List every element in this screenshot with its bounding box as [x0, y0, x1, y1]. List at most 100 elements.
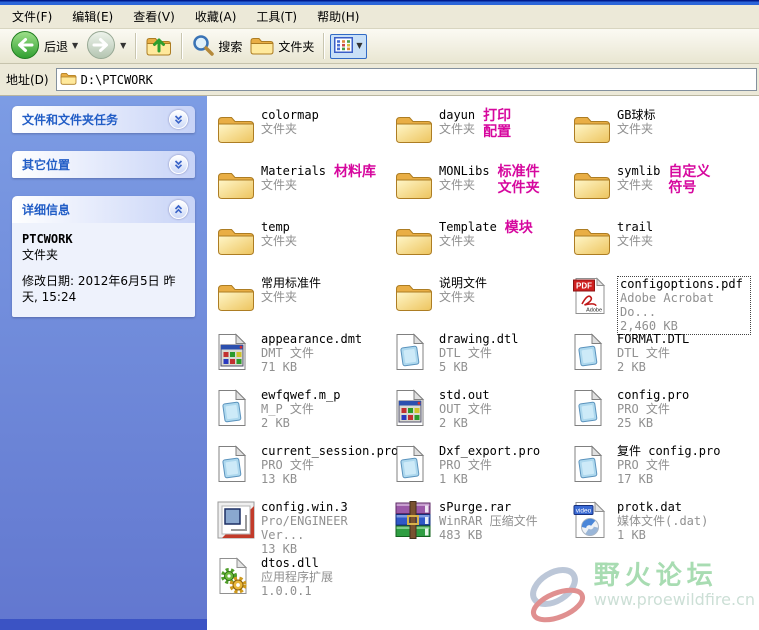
- file-type: 文件夹: [439, 290, 476, 304]
- menu-item-3[interactable]: 收藏(A): [185, 5, 247, 28]
- file-name: ewfqwef.m_p: [261, 388, 341, 402]
- file-tile[interactable]: Materials 文件夹 材料库: [217, 162, 395, 218]
- file-tile[interactable]: temp 文件夹: [217, 218, 395, 274]
- search-button[interactable]: 搜索: [188, 32, 246, 61]
- panel-details-header[interactable]: 详细信息: [12, 196, 195, 223]
- toolbar: 后退 ▼ ▼ 搜索 文件夹 ▼: [0, 29, 759, 64]
- annotation-label: 材料库: [334, 164, 377, 180]
- panel-file-tasks-header[interactable]: 文件和文件夹任务: [12, 106, 195, 133]
- file-tile[interactable]: config.win.3 Pro/ENGINEER Ver... 13 KB: [217, 498, 395, 556]
- file-tile[interactable]: GB球标 文件夹: [573, 106, 751, 162]
- folder-icon: [217, 274, 261, 318]
- file-tile[interactable]: ewfqwef.m_p M_P 文件 2 KB: [217, 386, 395, 442]
- address-label: 地址(D): [6, 73, 49, 87]
- forward-dropdown-caret[interactable]: ▼: [120, 42, 126, 50]
- file-tile[interactable]: 复件 config.pro PRO 文件 17 KB: [573, 442, 751, 498]
- folders-button[interactable]: 文件夹: [246, 33, 318, 60]
- views-icon: [334, 36, 354, 56]
- file-tile[interactable]: MONLibs 文件夹 标准件 文件夹: [395, 162, 573, 218]
- folder-icon: [217, 162, 261, 206]
- file-tile[interactable]: appearance.dmt DMT 文件 71 KB: [217, 330, 395, 386]
- menu-item-0[interactable]: 文件(F): [2, 5, 62, 28]
- forward-button[interactable]: ▼: [82, 28, 130, 65]
- file-name: configoptions.pdf: [620, 277, 743, 291]
- views-button[interactable]: ▼: [330, 33, 367, 59]
- panel-title: 详细信息: [22, 203, 71, 217]
- dll-icon: [217, 554, 261, 598]
- file-name: Materials: [261, 164, 327, 178]
- menu-item-4[interactable]: 工具(T): [246, 5, 307, 28]
- file-tile[interactable]: dtos.dll 应用程序扩展 1.0.0.1: [217, 554, 395, 610]
- details-body: PTCWORK 文件夹 修改日期: 2012年6月5日 昨天, 15:24: [12, 223, 195, 317]
- doc-icon: [573, 442, 617, 486]
- file-tile[interactable]: std.out OUT 文件 2 KB: [395, 386, 573, 442]
- file-name: MONLibs: [439, 164, 490, 178]
- back-button[interactable]: 后退 ▼: [6, 28, 82, 65]
- proe-icon: [217, 498, 261, 542]
- folders-icon: [250, 35, 274, 58]
- annotation-label: 打印 配置: [483, 108, 512, 140]
- gridfile-icon: [217, 330, 261, 374]
- watermark: 野火论坛 www.proewildfire.cn: [520, 561, 755, 626]
- file-name: appearance.dmt: [261, 332, 363, 346]
- file-tile[interactable]: video protk.dat 媒体文件(.dat) 1 KB: [573, 498, 751, 554]
- file-tile[interactable]: drawing.dtl DTL 文件 5 KB: [395, 330, 573, 386]
- file-tile[interactable]: sPurge.rar WinRAR 压缩文件 483 KB: [395, 498, 573, 554]
- file-type: OUT 文件: [439, 402, 492, 416]
- file-type: 文件夹: [617, 122, 654, 136]
- address-value: D:\PTCWORK: [80, 72, 153, 87]
- annotation-label: 自定义 符号: [668, 164, 711, 196]
- folder-icon: [217, 218, 261, 262]
- file-tile[interactable]: PDF Adobe configoptions.pdf Adobe Acrobat …: [573, 274, 751, 335]
- toolbar-separator: [323, 33, 326, 59]
- file-type: 文件夹: [439, 178, 476, 192]
- views-dropdown-caret[interactable]: ▼: [356, 42, 362, 50]
- details-folder-name: PTCWORK: [22, 232, 73, 246]
- file-type: DMT 文件: [261, 346, 314, 360]
- menu-bar: 文件(F) 编辑(E) 查看(V) 收藏(A) 工具(T) 帮助(H): [0, 5, 759, 29]
- chevron-up-icon[interactable]: [169, 200, 188, 219]
- file-name: Dxf_export.pro: [439, 444, 541, 458]
- menu-item-1[interactable]: 编辑(E): [62, 5, 123, 28]
- file-tile[interactable]: colormap 文件夹: [217, 106, 395, 162]
- menu-item-5[interactable]: 帮助(H): [307, 5, 369, 28]
- doc-icon: [573, 330, 617, 374]
- file-tile[interactable]: dayun 文件夹 打印 配置: [395, 106, 573, 162]
- file-tile[interactable]: trail 文件夹: [573, 218, 751, 274]
- file-grid: colormap 文件夹 dayun 文件夹 打印 配置 GB球标 文件夹 Materia…: [217, 106, 759, 610]
- up-button[interactable]: [142, 31, 176, 62]
- file-tile[interactable]: config.pro PRO 文件 25 KB: [573, 386, 751, 442]
- chevron-down-icon[interactable]: [169, 110, 188, 129]
- annotation-label: 模块: [504, 220, 533, 236]
- panel-title: 文件和文件夹任务: [22, 113, 119, 127]
- file-tile[interactable]: Dxf_export.pro PRO 文件 1 KB: [395, 442, 573, 498]
- file-name: dayun: [439, 108, 476, 122]
- file-type: 文件夹: [261, 178, 298, 192]
- doc-icon: [217, 386, 261, 430]
- file-size: 17 KB: [617, 472, 654, 486]
- watermark-url: www.proewildfire.cn: [593, 590, 755, 609]
- search-button-label: 搜索: [218, 39, 243, 54]
- file-tile[interactable]: 常用标准件 文件夹: [217, 274, 395, 330]
- file-tile[interactable]: Template 文件夹 模块: [395, 218, 573, 274]
- file-tile[interactable]: current_session.pro PRO 文件 13 KB: [217, 442, 399, 498]
- file-tile[interactable]: FORMAT.DTL DTL 文件 2 KB: [573, 330, 751, 386]
- menu-item-2[interactable]: 查看(V): [123, 5, 185, 28]
- file-name: dtos.dll: [261, 556, 319, 570]
- file-size: 1 KB: [617, 528, 646, 542]
- panel-other-places-header[interactable]: 其它位置: [12, 151, 195, 178]
- file-tile[interactable]: symlib 文件夹 自定义 符号: [573, 162, 751, 218]
- chevron-down-icon[interactable]: [169, 155, 188, 174]
- file-tile[interactable]: 说明文件 文件夹: [395, 274, 573, 330]
- folder-icon: [573, 218, 617, 262]
- svg-text:Adobe: Adobe: [586, 308, 602, 314]
- back-dropdown-caret[interactable]: ▼: [72, 42, 78, 50]
- file-name: temp: [261, 220, 290, 234]
- file-type: PRO 文件: [617, 402, 670, 416]
- file-name: sPurge.rar: [439, 500, 512, 514]
- file-size: 483 KB: [439, 528, 483, 542]
- file-name: current_session.pro: [261, 444, 399, 458]
- address-input[interactable]: D:\PTCWORK: [55, 68, 757, 91]
- search-icon: [192, 34, 215, 59]
- folder-icon: [395, 274, 439, 318]
